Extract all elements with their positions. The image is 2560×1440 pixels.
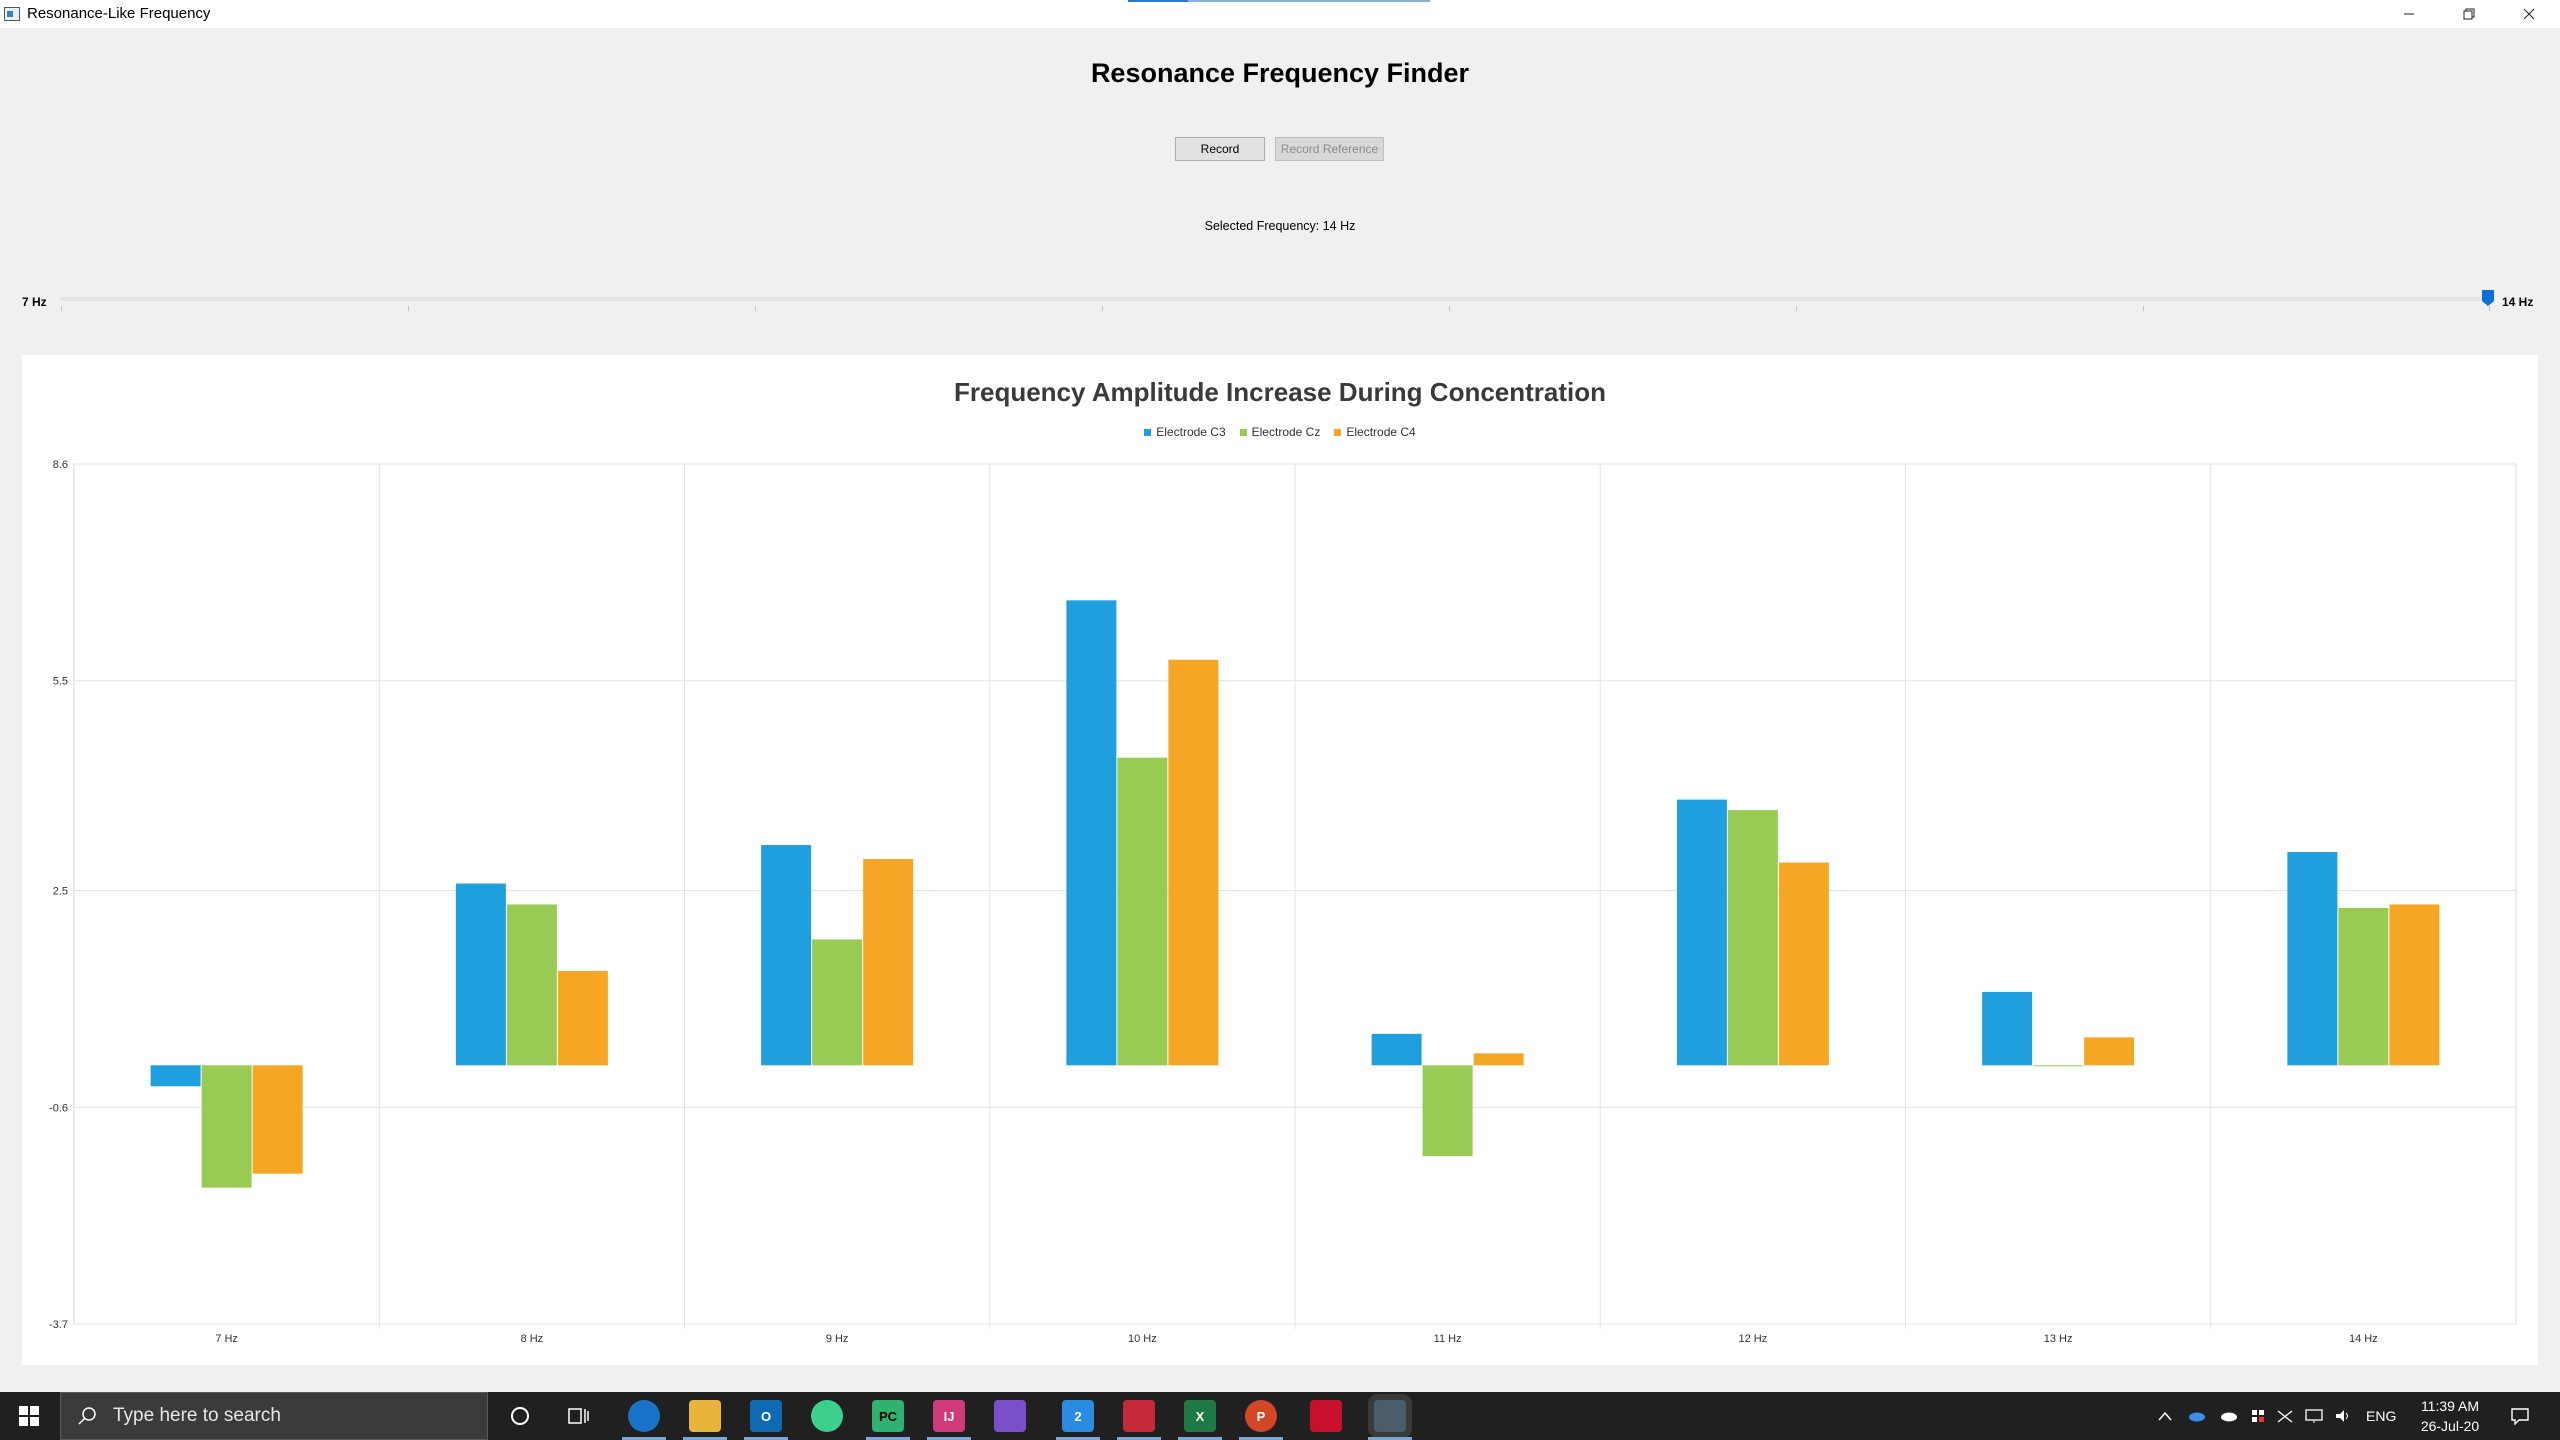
bar xyxy=(1676,799,1727,1066)
record-button[interactable]: Record xyxy=(1175,137,1265,161)
bar xyxy=(1727,810,1778,1066)
bar xyxy=(1066,600,1117,1066)
slider-tick xyxy=(1796,306,1797,311)
bar xyxy=(1473,1053,1524,1066)
bar xyxy=(2287,852,2338,1066)
restore-icon xyxy=(2463,8,2475,20)
slider-tick xyxy=(2143,306,2144,311)
bar xyxy=(2033,1065,2084,1067)
taskbar: Type here to search O PC IJ 2 X P ENG 11… xyxy=(0,1392,2560,1440)
cortana-icon[interactable] xyxy=(504,1400,536,1432)
slider-tick xyxy=(755,306,756,311)
x-tick-label: 11 Hz xyxy=(1434,1333,1462,1345)
network-icon[interactable] xyxy=(2304,1408,2324,1424)
powerpoint-icon[interactable]: P xyxy=(1245,1400,1277,1432)
bar-chart: 8.6 5.5 2.5 -0.6 -3.7 7 Hz 8 Hz 9 Hz 10 Hz 11 Hz 1… xyxy=(49,459,2517,1345)
bar xyxy=(1778,862,1829,1066)
bar xyxy=(2338,907,2389,1066)
x-tick-label: 12 Hz xyxy=(1739,1333,1768,1345)
windows-icon xyxy=(19,1406,39,1426)
bar xyxy=(1117,757,1168,1066)
close-button[interactable] xyxy=(2500,0,2558,28)
search-placeholder: Type here to search xyxy=(113,1405,281,1426)
selected-frequency-label: Selected Frequency: 14 Hz xyxy=(1204,219,1356,233)
titlebar-accent xyxy=(1128,0,1430,2)
cloud-icon[interactable] xyxy=(2218,1410,2238,1422)
file-explorer-icon[interactable] xyxy=(689,1400,721,1432)
bar xyxy=(1371,1033,1422,1066)
bar xyxy=(812,939,863,1066)
task-view-icon[interactable] xyxy=(563,1400,595,1432)
slider-tick xyxy=(408,306,409,311)
x-tick-label: 10 Hz xyxy=(1128,1333,1157,1345)
bar xyxy=(2084,1037,2135,1066)
tray-expand-icon[interactable] xyxy=(2158,1411,2172,1421)
language-indicator[interactable]: ENG xyxy=(2366,1408,2396,1424)
app-heading: Resonance Frequency Finder xyxy=(1090,58,1470,88)
bar xyxy=(455,883,506,1066)
frequency-slider[interactable] xyxy=(60,297,2489,301)
search-icon xyxy=(78,1407,96,1425)
bar xyxy=(252,1065,303,1174)
slider-tick xyxy=(61,306,62,311)
taskbar-search[interactable]: Type here to search xyxy=(60,1392,488,1440)
intellij-icon[interactable]: IJ xyxy=(933,1400,965,1432)
bar xyxy=(150,1065,201,1087)
dropbox-icon[interactable] xyxy=(2250,1408,2266,1424)
maps-icon[interactable] xyxy=(811,1400,843,1432)
y-tick-label: 2.5 xyxy=(53,886,68,898)
slider-max-label: 14 Hz xyxy=(2502,295,2534,309)
record-reference-button[interactable]: Record Reference xyxy=(1275,137,1384,161)
edge-icon[interactable] xyxy=(628,1400,660,1432)
minimize-button[interactable] xyxy=(2380,0,2438,28)
app-icon xyxy=(4,7,20,21)
window-title: Resonance-Like Frequency xyxy=(27,5,211,22)
clock-time: 11:39 AM xyxy=(2420,1398,2480,1414)
bar xyxy=(201,1065,252,1188)
ime-icon[interactable] xyxy=(2276,1408,2294,1424)
bar xyxy=(2389,904,2440,1066)
onedrive-icon[interactable] xyxy=(2186,1410,2206,1422)
slider-tick xyxy=(1449,306,1450,311)
x-tick-label: 9 Hz xyxy=(826,1333,849,1345)
excel-icon[interactable]: X xyxy=(1184,1400,1216,1432)
y-tick-label: -0.6 xyxy=(49,1102,68,1114)
y-tick-label: 5.5 xyxy=(53,676,68,688)
slider-tick xyxy=(1102,306,1103,311)
x-tick-label: 7 Hz xyxy=(215,1333,238,1345)
close-icon xyxy=(2523,8,2535,20)
bar xyxy=(1422,1065,1473,1157)
slider-min-label: 7 Hz xyxy=(22,295,47,309)
x-tick-label: 13 Hz xyxy=(2044,1333,2073,1345)
x-tick-label: 8 Hz xyxy=(521,1333,544,1345)
x-tick-label: 14 Hz xyxy=(2349,1333,2378,1345)
system-tray: ENG xyxy=(2158,1392,2396,1440)
notifications-icon[interactable] xyxy=(2504,1400,2536,1432)
window-titlebar: Resonance-Like Frequency xyxy=(0,0,2560,28)
minimize-icon xyxy=(2404,13,2414,15)
pycharm-icon[interactable]: PC xyxy=(872,1400,904,1432)
outlook-icon[interactable]: O xyxy=(750,1400,782,1432)
skype-icon[interactable]: 2 xyxy=(1062,1400,1094,1432)
y-tick-label: 8.6 xyxy=(53,459,68,471)
mendeley-icon[interactable] xyxy=(1123,1400,1155,1432)
acrobat-icon[interactable] xyxy=(1310,1400,1342,1432)
bar xyxy=(761,845,812,1066)
bar xyxy=(506,904,557,1066)
python-app-icon[interactable] xyxy=(1374,1400,1406,1432)
start-button[interactable] xyxy=(0,1392,58,1440)
chart-panel: Frequency Amplitude Increase During Conc… xyxy=(22,355,2538,1365)
clock-date: 26-Jul-20 xyxy=(2420,1418,2480,1434)
bar xyxy=(1168,659,1219,1066)
restore-button[interactable] xyxy=(2440,0,2498,28)
slider-handle[interactable] xyxy=(2481,289,2495,307)
y-tick-label: -3.7 xyxy=(49,1319,68,1331)
visual-studio-icon[interactable] xyxy=(994,1400,1026,1432)
volume-icon[interactable] xyxy=(2334,1408,2352,1424)
clock[interactable]: 11:39 AM 26-Jul-20 xyxy=(2410,1396,2490,1436)
bar xyxy=(1982,991,2033,1066)
bar xyxy=(863,859,914,1066)
bar xyxy=(557,970,608,1066)
